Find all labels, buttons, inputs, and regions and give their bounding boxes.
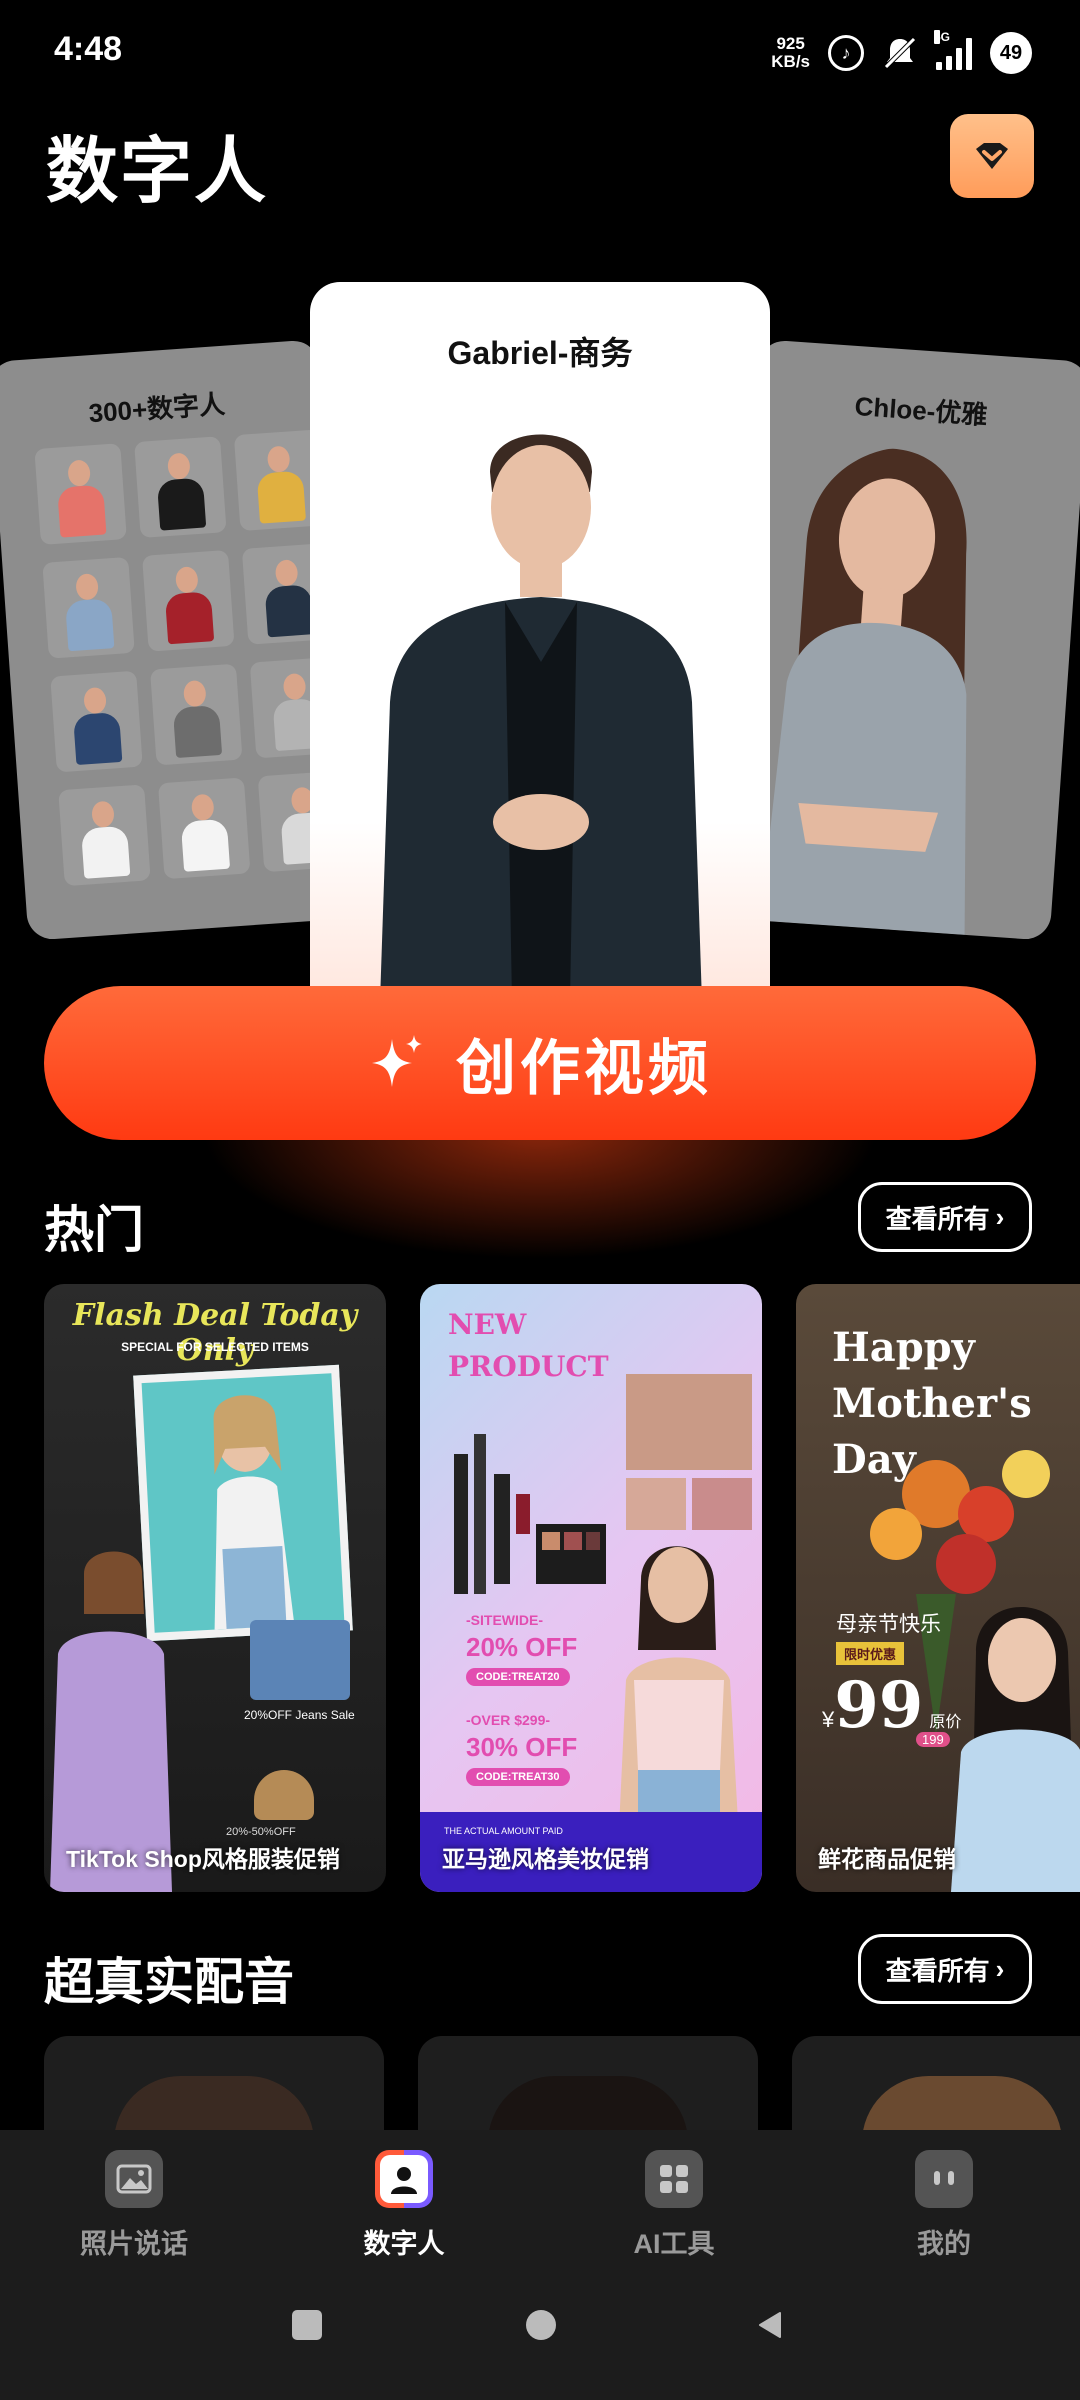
avatar-figure bbox=[760, 448, 967, 935]
template-caption: 亚马逊风格美妆促销 bbox=[442, 1846, 649, 1872]
status-icons: 925 KB/s ♪ 5G 49 bbox=[771, 30, 1032, 76]
template-card-amazon[interactable]: NEW PRODUCT -SITEWIDE- 20% OFF CODE:TREA… bbox=[420, 1284, 762, 1892]
network-speed: 925 KB/s bbox=[771, 34, 810, 71]
signal-icon: 5G bbox=[934, 30, 972, 70]
apps-grid-icon bbox=[645, 2150, 703, 2208]
bag-image bbox=[254, 1770, 314, 1820]
template-caption: 鲜花商品促销 bbox=[818, 1846, 956, 1872]
offer-1-code: CODE:TREAT20 bbox=[466, 1668, 570, 1686]
nav-item-digital-human[interactable]: 数字人 bbox=[304, 2150, 504, 2261]
see-all-voice-button[interactable]: 查看所有 › bbox=[858, 1934, 1032, 2004]
avatar-icon bbox=[375, 2150, 433, 2208]
sparkle-icon bbox=[372, 1035, 422, 1087]
template-discount-2: 20%-50%OFF bbox=[226, 1826, 296, 1838]
template-discount: 20%OFF Jeans Sale bbox=[244, 1708, 355, 1722]
avatar-card-library[interactable]: 300+数字人 bbox=[0, 339, 358, 941]
offer-2-value: 30% OFF bbox=[466, 1732, 578, 1762]
product-photo bbox=[626, 1374, 752, 1470]
page-title: 数字人 bbox=[46, 132, 269, 212]
section-title-voice: 超真实配音 bbox=[44, 1954, 294, 2010]
template-card-tiktok[interactable]: Flash Deal Today Only SPECIAL FOR SELECT… bbox=[44, 1284, 386, 1892]
promo-badge: 限时优惠 bbox=[836, 1642, 905, 1665]
nav-item-ai-tools[interactable]: AI工具 bbox=[574, 2150, 774, 2261]
notification-icon: ♪ bbox=[828, 35, 864, 71]
template-card-flowers[interactable]: Happy Mother's Day 母亲节快乐 限时优惠 ¥ 99 原价 19… bbox=[796, 1284, 1080, 1892]
status-time: 4:48 bbox=[54, 30, 123, 68]
avatar-thumbnail bbox=[42, 556, 135, 659]
template-subtitle: 母亲节快乐 bbox=[836, 1613, 941, 1636]
jeans-image bbox=[250, 1620, 350, 1700]
section-title-hot: 热门 bbox=[44, 1202, 144, 1258]
template-headline: Flash Deal Today Only bbox=[72, 1298, 358, 1368]
chevron-right-icon: › bbox=[995, 1201, 1005, 1232]
nav-item-mine[interactable]: 我的 bbox=[844, 2150, 1044, 2261]
template-headline-1: NEW bbox=[448, 1308, 527, 1341]
card-title: Gabriel-商务 bbox=[447, 335, 633, 371]
mute-icon bbox=[884, 37, 916, 69]
avatar-thumbnail bbox=[34, 443, 127, 545]
avatar-thumbnail bbox=[134, 436, 227, 538]
product-photo bbox=[626, 1478, 686, 1530]
product-photo bbox=[692, 1478, 752, 1530]
create-video-label: 创作视频 bbox=[456, 1034, 712, 1102]
avatar-thumbnail bbox=[150, 663, 243, 766]
photo-icon bbox=[105, 2150, 163, 2208]
chevron-right-icon: › bbox=[995, 1953, 1005, 1984]
price-value: 99 bbox=[834, 1668, 924, 1743]
offer-2-code: CODE:TREAT30 bbox=[466, 1768, 570, 1786]
avatar-thumbnail bbox=[50, 670, 143, 773]
cosmetics-image bbox=[444, 1414, 614, 1604]
avatar-thumbnail bbox=[157, 777, 251, 880]
home-button[interactable] bbox=[526, 2310, 556, 2340]
avatar-thumbnail bbox=[142, 549, 235, 652]
card-title: 300+数字人 bbox=[87, 388, 226, 429]
battery-indicator: 49 bbox=[990, 32, 1032, 74]
template-headline-2: PRODUCT bbox=[448, 1350, 609, 1383]
offer-1-label: -SITEWIDE- bbox=[466, 1612, 543, 1628]
original-price: 199 bbox=[916, 1732, 950, 1747]
template-caption: TikTok Shop风格服装促销 bbox=[66, 1846, 340, 1872]
avatar-figure bbox=[380, 434, 702, 1002]
template-footer-note: THE ACTUAL AMOUNT PAID bbox=[444, 1826, 563, 1836]
avatar-card-gabriel[interactable]: Gabriel-商务 bbox=[310, 282, 770, 1002]
profile-icon bbox=[915, 2150, 973, 2208]
vip-button[interactable] bbox=[950, 114, 1034, 198]
create-video-button[interactable]: 创作视频 bbox=[44, 986, 1036, 1140]
template-subline: SPECIAL FOR SELECTED ITEMS bbox=[121, 1340, 309, 1354]
offer-1-value: 20% OFF bbox=[466, 1632, 578, 1662]
avatar-thumbnail bbox=[58, 784, 151, 887]
model-figure bbox=[951, 1607, 1080, 1892]
nav-item-photo-talk[interactable]: 照片说话 bbox=[34, 2150, 234, 2261]
recent-apps-button[interactable] bbox=[292, 2310, 322, 2340]
diamond-icon bbox=[976, 143, 1008, 169]
offer-2-label: -OVER $299- bbox=[466, 1712, 551, 1728]
back-button[interactable] bbox=[756, 2310, 786, 2340]
avatar-card-chloe[interactable]: Chloe-优雅 bbox=[720, 339, 1080, 941]
see-all-hot-button[interactable]: 查看所有 › bbox=[858, 1182, 1032, 1252]
